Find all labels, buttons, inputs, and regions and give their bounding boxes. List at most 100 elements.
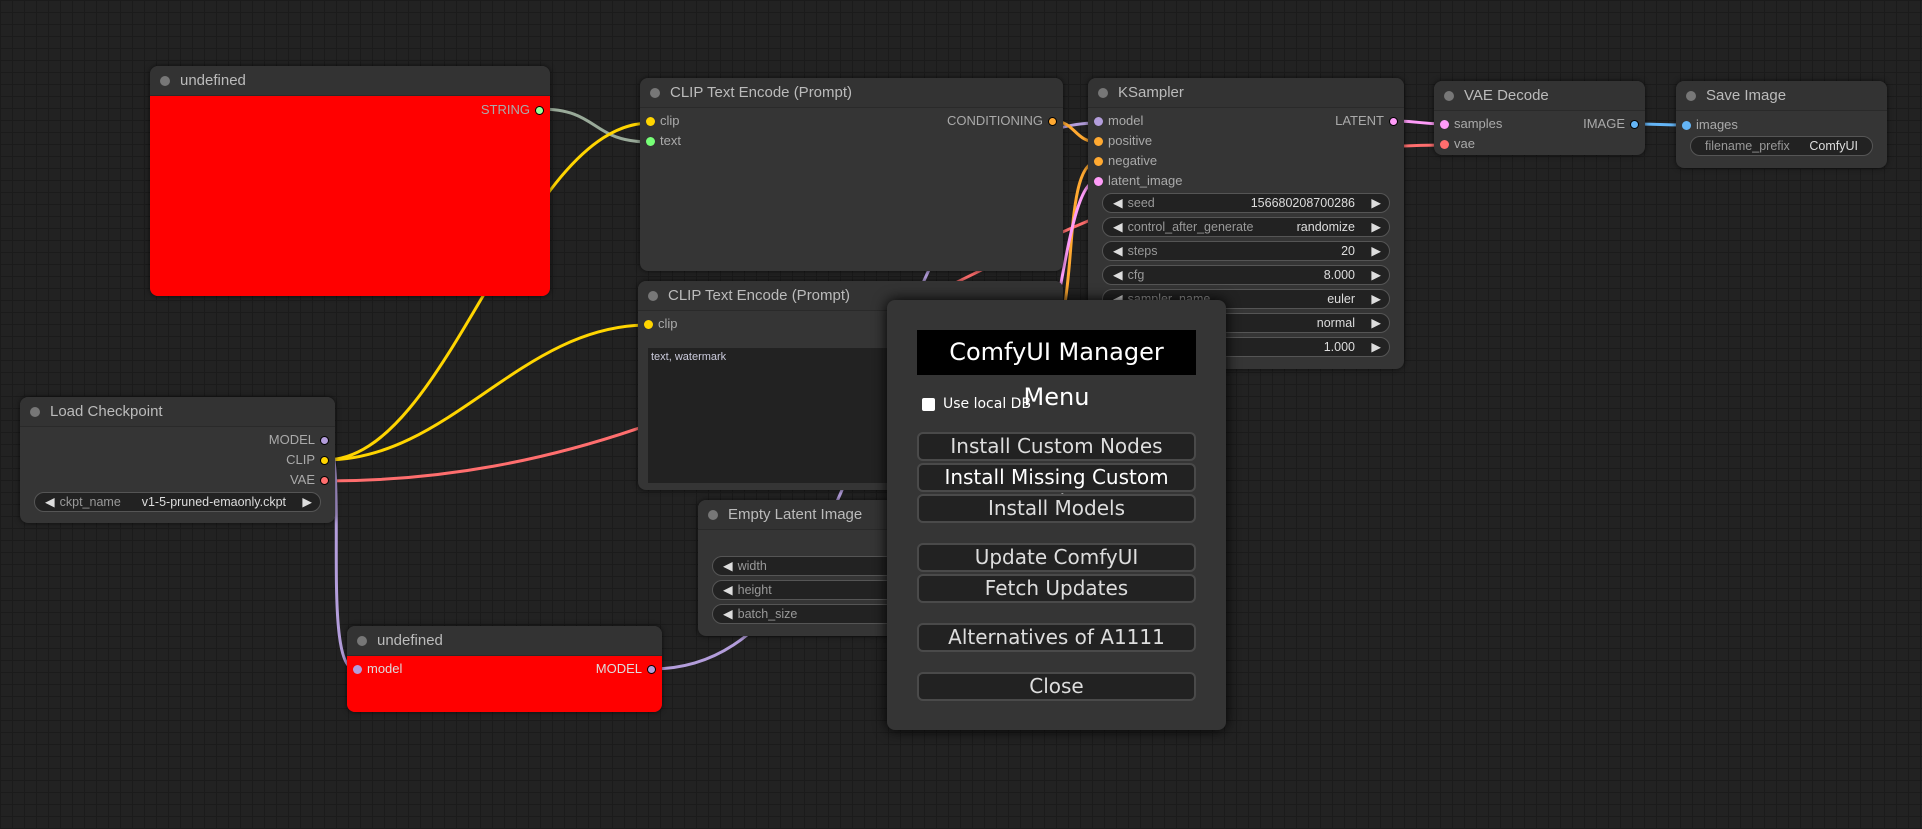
slot-dot[interactable] <box>1048 117 1057 126</box>
node-title[interactable]: undefined <box>150 66 550 96</box>
output-vae[interactable]: VAE <box>290 470 329 490</box>
node-title[interactable]: undefined <box>347 626 662 656</box>
input-clip[interactable]: clip <box>644 314 678 334</box>
close-button[interactable]: Close <box>917 672 1196 701</box>
decrement-icon[interactable]: ◀ <box>723 559 733 573</box>
input-vae[interactable]: vae <box>1440 134 1475 154</box>
widget-value: 20 <box>1341 244 1355 258</box>
node-title[interactable]: Save Image <box>1676 81 1887 111</box>
output-model[interactable]: MODEL <box>268 430 329 450</box>
increment-icon[interactable]: ▶ <box>302 493 312 511</box>
output-latent[interactable]: LATENT <box>1335 111 1398 131</box>
increment-icon[interactable]: ▶ <box>1371 290 1381 308</box>
slot-dot[interactable] <box>320 456 329 465</box>
node-title[interactable]: KSampler <box>1088 78 1404 108</box>
node-title[interactable]: Load Checkpoint <box>20 397 335 427</box>
increment-icon[interactable]: ▶ <box>1371 194 1381 212</box>
install-models-button[interactable]: Install Models <box>917 494 1196 523</box>
output-clip[interactable]: CLIP <box>286 450 329 470</box>
alternatives-a1111-button[interactable]: Alternatives of A1111 <box>917 623 1196 652</box>
slot-dot[interactable] <box>1682 121 1691 130</box>
widget-value: 156680208700286 <box>1250 196 1355 210</box>
input-samples[interactable]: samples <box>1440 114 1502 134</box>
slot-dot[interactable] <box>1094 157 1103 166</box>
node-undefined-model[interactable]: undefined model MODEL <box>347 626 662 712</box>
widget-filename-prefix[interactable]: filename_prefix ComfyUI <box>1690 136 1873 156</box>
input-positive[interactable]: positive <box>1094 131 1152 151</box>
widget-steps[interactable]: ◀ steps 20 ▶ <box>1102 241 1390 261</box>
decrement-icon[interactable]: ◀ <box>1113 220 1123 234</box>
increment-icon[interactable]: ▶ <box>1371 218 1381 236</box>
widget-label: control_after_generate <box>1127 220 1254 234</box>
input-model[interactable]: model <box>1094 111 1143 131</box>
slot-dot[interactable] <box>646 117 655 126</box>
input-text[interactable]: text <box>646 131 681 151</box>
increment-icon[interactable]: ▶ <box>1371 266 1381 284</box>
slot-dot[interactable] <box>1630 120 1639 129</box>
node-title[interactable]: CLIP Text Encode (Prompt) <box>640 78 1063 108</box>
widget-value: euler <box>1327 292 1355 306</box>
input-latent-image[interactable]: latent_image <box>1094 171 1182 191</box>
widget-cfg[interactable]: ◀ cfg 8.000 ▶ <box>1102 265 1390 285</box>
slot-dot[interactable] <box>1440 140 1449 149</box>
slot-label: STRING <box>480 102 530 117</box>
output-image[interactable]: IMAGE <box>1583 114 1639 134</box>
slot-label: IMAGE <box>1583 116 1625 131</box>
input-model[interactable]: model <box>353 659 403 679</box>
increment-icon[interactable]: ▶ <box>1371 338 1381 356</box>
widget-seed[interactable]: ◀ seed 156680208700286 ▶ <box>1102 193 1390 213</box>
slot-label: model <box>367 661 403 676</box>
widget-value: normal <box>1316 316 1355 330</box>
increment-icon[interactable]: ▶ <box>1371 242 1381 260</box>
slot-dot[interactable] <box>1094 137 1103 146</box>
decrement-icon[interactable]: ◀ <box>723 583 733 597</box>
slot-dot[interactable] <box>1094 117 1103 126</box>
slot-dot[interactable] <box>353 665 362 674</box>
widget-value: v1-5-pruned-emaonly.ckpt <box>141 495 286 509</box>
slot-label: images <box>1696 117 1738 132</box>
checkbox-icon[interactable] <box>922 397 935 411</box>
install-missing-custom-nodes-button[interactable]: Install Missing Custom Nodes <box>917 463 1196 514</box>
slot-label: vae <box>1454 136 1475 151</box>
decrement-icon[interactable]: ◀ <box>45 495 55 509</box>
widget-label: filename_prefix <box>1705 139 1790 153</box>
slot-dot[interactable] <box>644 320 653 329</box>
use-local-db-checkbox[interactable]: Use local DB <box>922 396 1031 412</box>
slot-label: negative <box>1108 153 1158 168</box>
slot-dot[interactable] <box>1389 117 1398 126</box>
widget-label: ckpt_name <box>59 495 121 509</box>
slot-dot[interactable] <box>1440 120 1449 129</box>
output-conditioning[interactable]: CONDITIONING <box>947 111 1057 131</box>
widget-control-after-generate[interactable]: ◀ control_after_generate randomize ▶ <box>1102 217 1390 237</box>
node-title[interactable]: VAE Decode <box>1434 81 1645 111</box>
decrement-icon[interactable]: ◀ <box>1113 268 1123 282</box>
slot-dot[interactable] <box>647 665 656 674</box>
decrement-icon[interactable]: ◀ <box>1113 244 1123 258</box>
widget-label: steps <box>1127 244 1158 258</box>
decrement-icon[interactable]: ◀ <box>1113 196 1123 210</box>
widget-ckpt-name[interactable]: ◀ ckpt_name v1-5-pruned-emaonly.ckpt ▶ <box>34 492 321 512</box>
widget-value: ComfyUI <box>1809 139 1858 153</box>
input-images[interactable]: images <box>1682 115 1738 135</box>
input-negative[interactable]: negative <box>1094 151 1158 171</box>
update-comfyui-button[interactable]: Update ComfyUI <box>917 543 1196 572</box>
node-undefined-string[interactable]: undefined STRING <box>150 66 550 296</box>
decrement-icon[interactable]: ◀ <box>723 607 733 621</box>
node-load-checkpoint[interactable]: Load Checkpoint MODEL CLIP VAE ◀ ckpt_nam… <box>20 397 335 523</box>
output-model[interactable]: MODEL <box>596 659 656 679</box>
node-clip-text-encode-positive[interactable]: CLIP Text Encode (Prompt) clip text COND… <box>640 78 1063 271</box>
slot-dot[interactable] <box>1094 177 1103 186</box>
install-custom-nodes-button[interactable]: Install Custom Nodes <box>917 432 1196 461</box>
widget-label: height <box>737 583 772 597</box>
slot-dot[interactable] <box>320 436 329 445</box>
increment-icon[interactable]: ▶ <box>1371 314 1381 332</box>
node-save-image[interactable]: Save Image images filename_prefix ComfyUI <box>1676 81 1887 168</box>
slot-label: MODEL <box>268 432 315 447</box>
slot-dot[interactable] <box>646 137 655 146</box>
fetch-updates-button[interactable]: Fetch Updates <box>917 574 1196 603</box>
output-string[interactable]: STRING <box>480 100 544 120</box>
node-vae-decode[interactable]: VAE Decode samples vae IMAGE <box>1434 81 1645 155</box>
slot-dot[interactable] <box>535 106 544 115</box>
slot-dot[interactable] <box>320 476 329 485</box>
input-clip[interactable]: clip <box>646 111 680 131</box>
